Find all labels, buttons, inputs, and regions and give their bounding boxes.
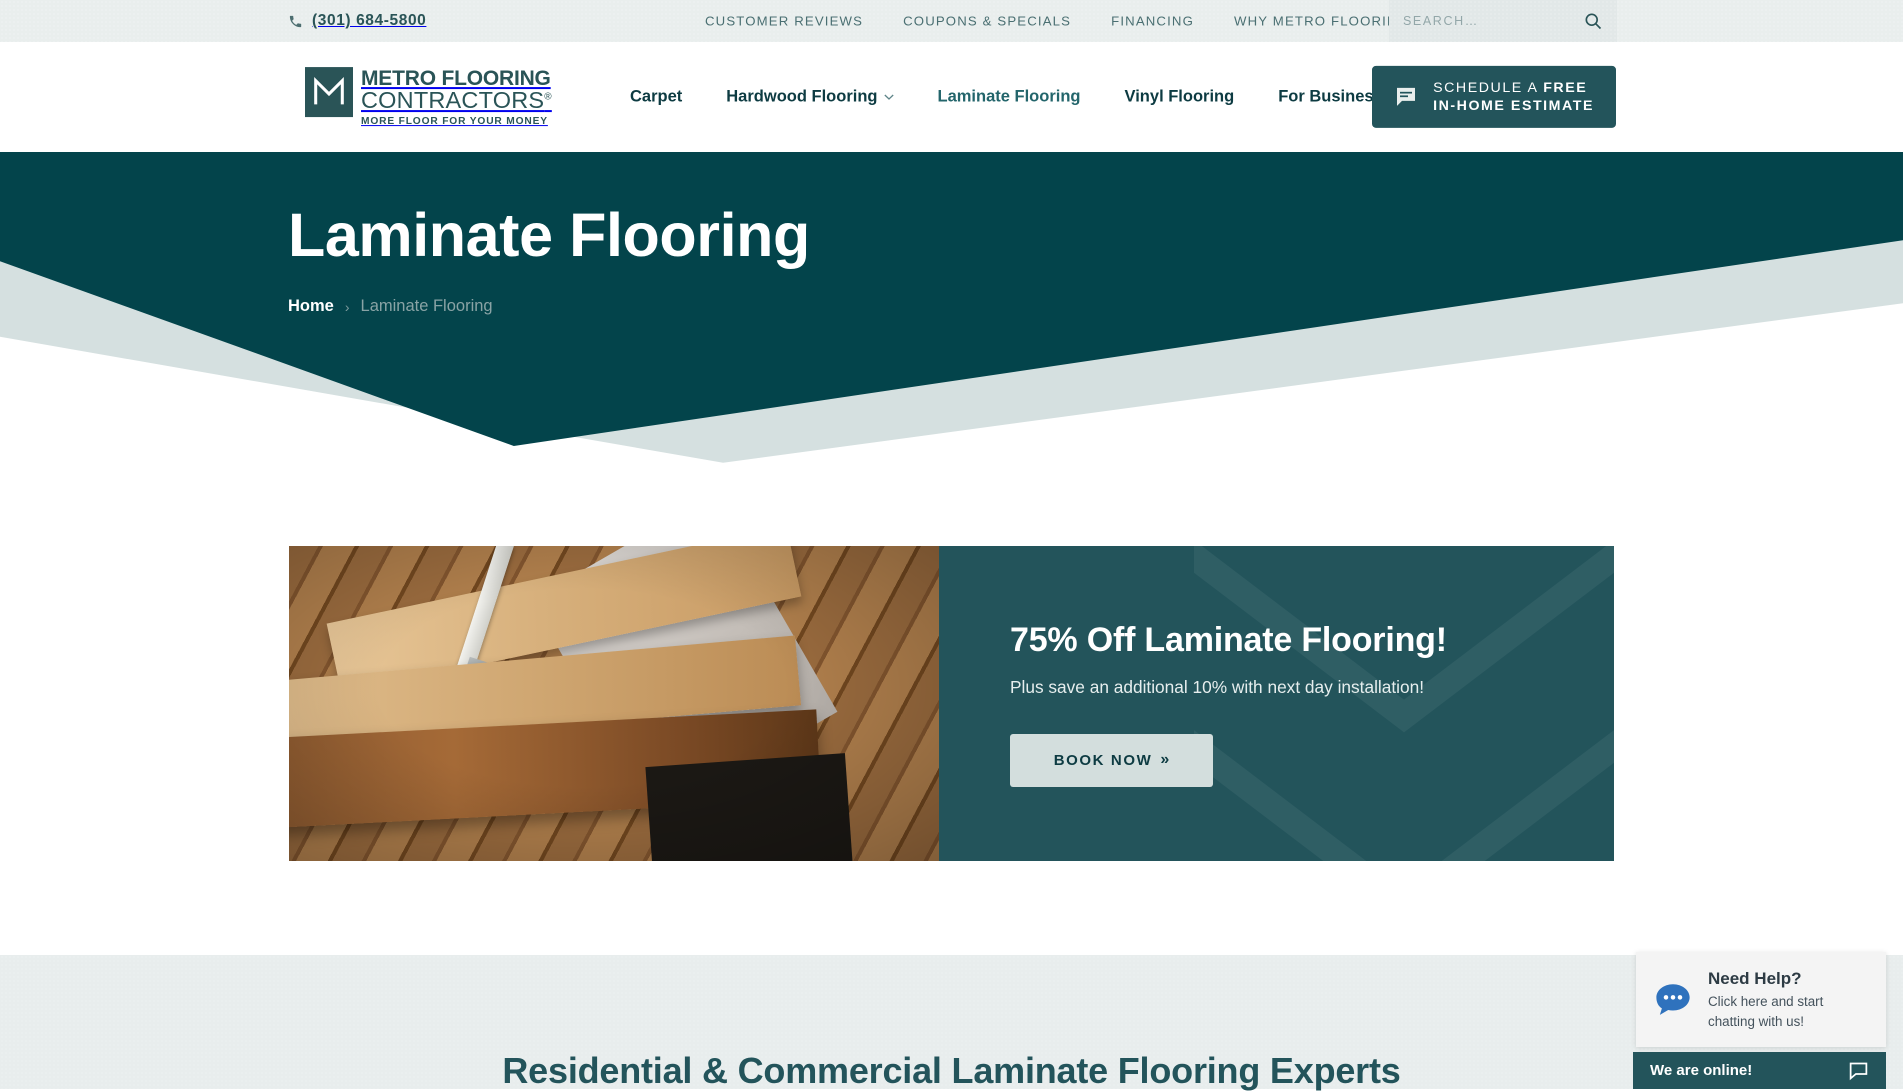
nav-label-for-business: For Business [1278, 87, 1383, 106]
breadcrumb-separator-icon: › [344, 298, 350, 315]
hero-teal-shape [0, 152, 1903, 446]
phone-number: (301) 684-5800 [312, 12, 427, 29]
nav-item-hardwood-flooring[interactable]: Hardwood Flooring [726, 87, 894, 107]
registered-mark: ® [544, 91, 552, 103]
chat-icon[interactable] [1848, 1060, 1869, 1081]
search-input[interactable] [1403, 14, 1583, 28]
hero-section [0, 152, 1903, 572]
book-now-label: BOOK NOW [1053, 751, 1153, 769]
top-utility-bar: (301) 684-5800 CUSTOMER REVIEWS COUPONS … [0, 0, 1903, 42]
page-title: Laminate Flooring [288, 201, 810, 269]
search-box[interactable] [1389, 0, 1617, 42]
utility-link-coupons-specials[interactable]: COUPONS & SPECIALS [903, 14, 1071, 29]
nav-item-laminate-flooring[interactable]: Laminate Flooring [938, 88, 1081, 107]
chat-status-bar[interactable]: We are online! [1633, 1052, 1886, 1089]
logo-line-1: METRO FLOORING [361, 67, 551, 91]
main-navigation: Carpet Hardwood Flooring Laminate Floori… [630, 88, 1399, 107]
site-logo[interactable]: METRO FLOORING CONTRACTORS® MORE FLOOR F… [305, 67, 552, 127]
chat-body-line-1: Click here and start [1708, 993, 1824, 1009]
promo-image [289, 546, 939, 861]
chat-status-label: We are online! [1650, 1062, 1753, 1079]
nav-label-vinyl-flooring: Vinyl Flooring [1124, 87, 1235, 106]
chat-invite-card[interactable]: Need Help? Click here and start chatting… [1636, 952, 1886, 1047]
promo-image-vignette [289, 546, 939, 861]
breadcrumb-current: Laminate Flooring [360, 297, 493, 315]
phone-link[interactable]: (301) 684-5800 [288, 12, 426, 30]
promo-heading: 75% Off Laminate Flooring! [1010, 620, 1447, 659]
chat-bubble-icon [1397, 88, 1416, 106]
nav-label-carpet: Carpet [630, 87, 683, 106]
nav-label-hardwood-flooring: Hardwood Flooring [726, 87, 878, 106]
nav-item-vinyl-flooring[interactable]: Vinyl Flooring [1125, 88, 1235, 107]
double-chevron-right-icon: » [1160, 751, 1170, 768]
nav-label-laminate-flooring: Laminate Flooring [937, 87, 1081, 106]
promo-subheading: Plus save an additional 10% with next da… [1010, 676, 1425, 697]
breadcrumb-home[interactable]: Home [288, 297, 334, 316]
breadcrumb: Home › Laminate Flooring [288, 297, 493, 316]
chat-heading: Need Help? [1708, 969, 1802, 989]
chat-bubble-icon [1656, 983, 1690, 1015]
site-header: METRO FLOORING CONTRACTORS® MORE FLOOR F… [0, 42, 1903, 152]
search-icon[interactable] [1583, 11, 1603, 31]
phone-icon [289, 15, 302, 27]
logo-mark-icon [305, 67, 353, 118]
chat-body-line-2: chatting with us! [1708, 1013, 1805, 1029]
promo-banner: 75% Off Laminate Flooring! Plus save an … [289, 546, 1614, 861]
utility-links: CUSTOMER REVIEWS COUPONS & SPECIALS FINA… [705, 14, 1418, 29]
promo-chevron-watermark [939, 546, 1614, 861]
utility-link-customer-reviews[interactable]: CUSTOMER REVIEWS [705, 14, 863, 29]
logo-tagline: MORE FLOOR FOR YOUR MONEY [361, 115, 548, 127]
cta-line-1: SCHEDULE A FREE [1433, 79, 1588, 96]
lower-section-heading: Residential & Commercial Laminate Floori… [502, 1050, 1401, 1091]
promo-content: 75% Off Laminate Flooring! Plus save an … [939, 546, 1614, 861]
schedule-estimate-button[interactable]: SCHEDULE A FREE IN-HOME ESTIMATE [1372, 65, 1616, 129]
book-now-button[interactable]: BOOK NOW » [1010, 733, 1213, 787]
nav-item-carpet[interactable]: Carpet [630, 88, 682, 107]
logo-line-2: CONTRACTORS® [361, 87, 552, 114]
utility-link-financing[interactable]: FINANCING [1111, 14, 1194, 29]
cta-line-2: IN-HOME ESTIMATE [1433, 98, 1594, 114]
chevron-down-icon [883, 94, 894, 100]
